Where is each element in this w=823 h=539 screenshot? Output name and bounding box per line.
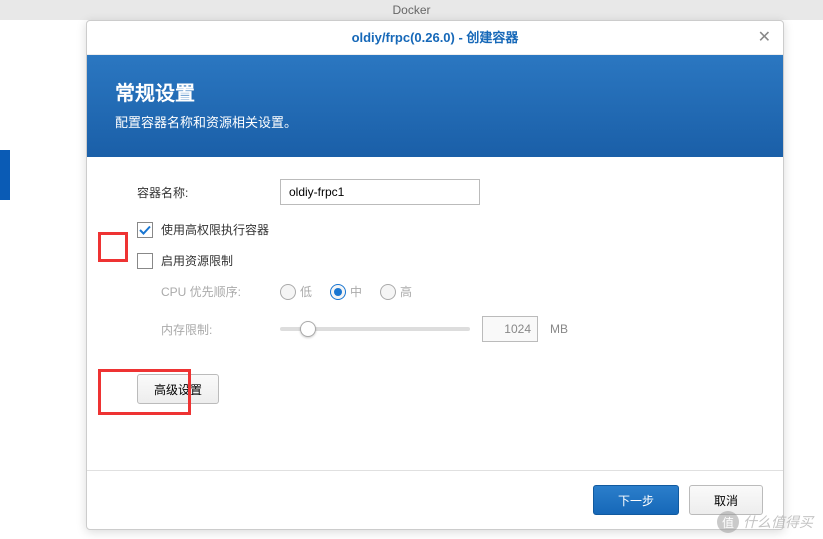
next-button[interactable]: 下一步 [593, 485, 679, 515]
container-name-row: 容器名称: [115, 179, 755, 205]
app-header: Docker [0, 0, 823, 20]
create-container-dialog: oldiy/frpc(0.26.0) - 创建容器 ✕ 常规设置 配置容器名称和… [86, 20, 784, 530]
privileged-checkbox[interactable] [137, 222, 153, 238]
advanced-settings-button[interactable]: 高级设置 [137, 374, 219, 404]
container-name-label: 容器名称: [115, 184, 280, 201]
watermark: 值 什么值得买 [717, 511, 813, 533]
slider-thumb[interactable] [300, 321, 316, 337]
memory-value-input[interactable] [482, 316, 538, 342]
memory-slider-wrap: MB [280, 316, 568, 342]
cpu-priority-radios: 低 中 高 [280, 283, 412, 300]
cpu-high-radio[interactable]: 高 [380, 283, 412, 300]
dialog-titlebar: oldiy/frpc(0.26.0) - 创建容器 ✕ [87, 21, 783, 55]
memory-limit-row: 内存限制: MB [115, 316, 755, 342]
app-title: Docker [392, 3, 430, 17]
banner: 常规设置 配置容器名称和资源相关设置。 [87, 55, 783, 157]
cpu-med-radio[interactable]: 中 [330, 283, 362, 300]
container-name-input[interactable] [280, 179, 480, 205]
cpu-priority-row: CPU 优先顺序: 低 中 高 [115, 283, 755, 300]
memory-unit: MB [550, 322, 568, 336]
privileged-label: 使用高权限执行容器 [161, 221, 269, 238]
privileged-row[interactable]: 使用高权限执行容器 [115, 221, 755, 238]
watermark-icon: 值 [717, 511, 739, 533]
cpu-low-label: 低 [300, 283, 312, 300]
banner-subtitle: 配置容器名称和资源相关设置。 [115, 112, 755, 131]
resource-limit-checkbox[interactable] [137, 253, 153, 269]
banner-heading: 常规设置 [115, 77, 755, 106]
watermark-text: 什么值得买 [743, 512, 813, 532]
resource-limit-row[interactable]: 启用资源限制 [115, 252, 755, 269]
check-icon [139, 224, 151, 236]
cpu-high-label: 高 [400, 283, 412, 300]
dialog-title: oldiy/frpc(0.26.0) - 创建容器 [352, 30, 519, 45]
cpu-low-radio[interactable]: 低 [280, 283, 312, 300]
memory-limit-label: 内存限制: [115, 321, 280, 338]
cpu-priority-label: CPU 优先顺序: [115, 283, 280, 300]
sidebar-active-indicator [0, 150, 10, 200]
form-area: 容器名称: 使用高权限执行容器 启用资源限制 CPU 优先顺序: 低 [87, 157, 783, 470]
close-icon[interactable]: ✕ [758, 21, 771, 55]
memory-slider[interactable] [280, 327, 470, 331]
resource-limit-label: 启用资源限制 [161, 252, 233, 269]
cpu-med-label: 中 [350, 283, 362, 300]
dialog-footer: 下一步 取消 [87, 470, 783, 529]
